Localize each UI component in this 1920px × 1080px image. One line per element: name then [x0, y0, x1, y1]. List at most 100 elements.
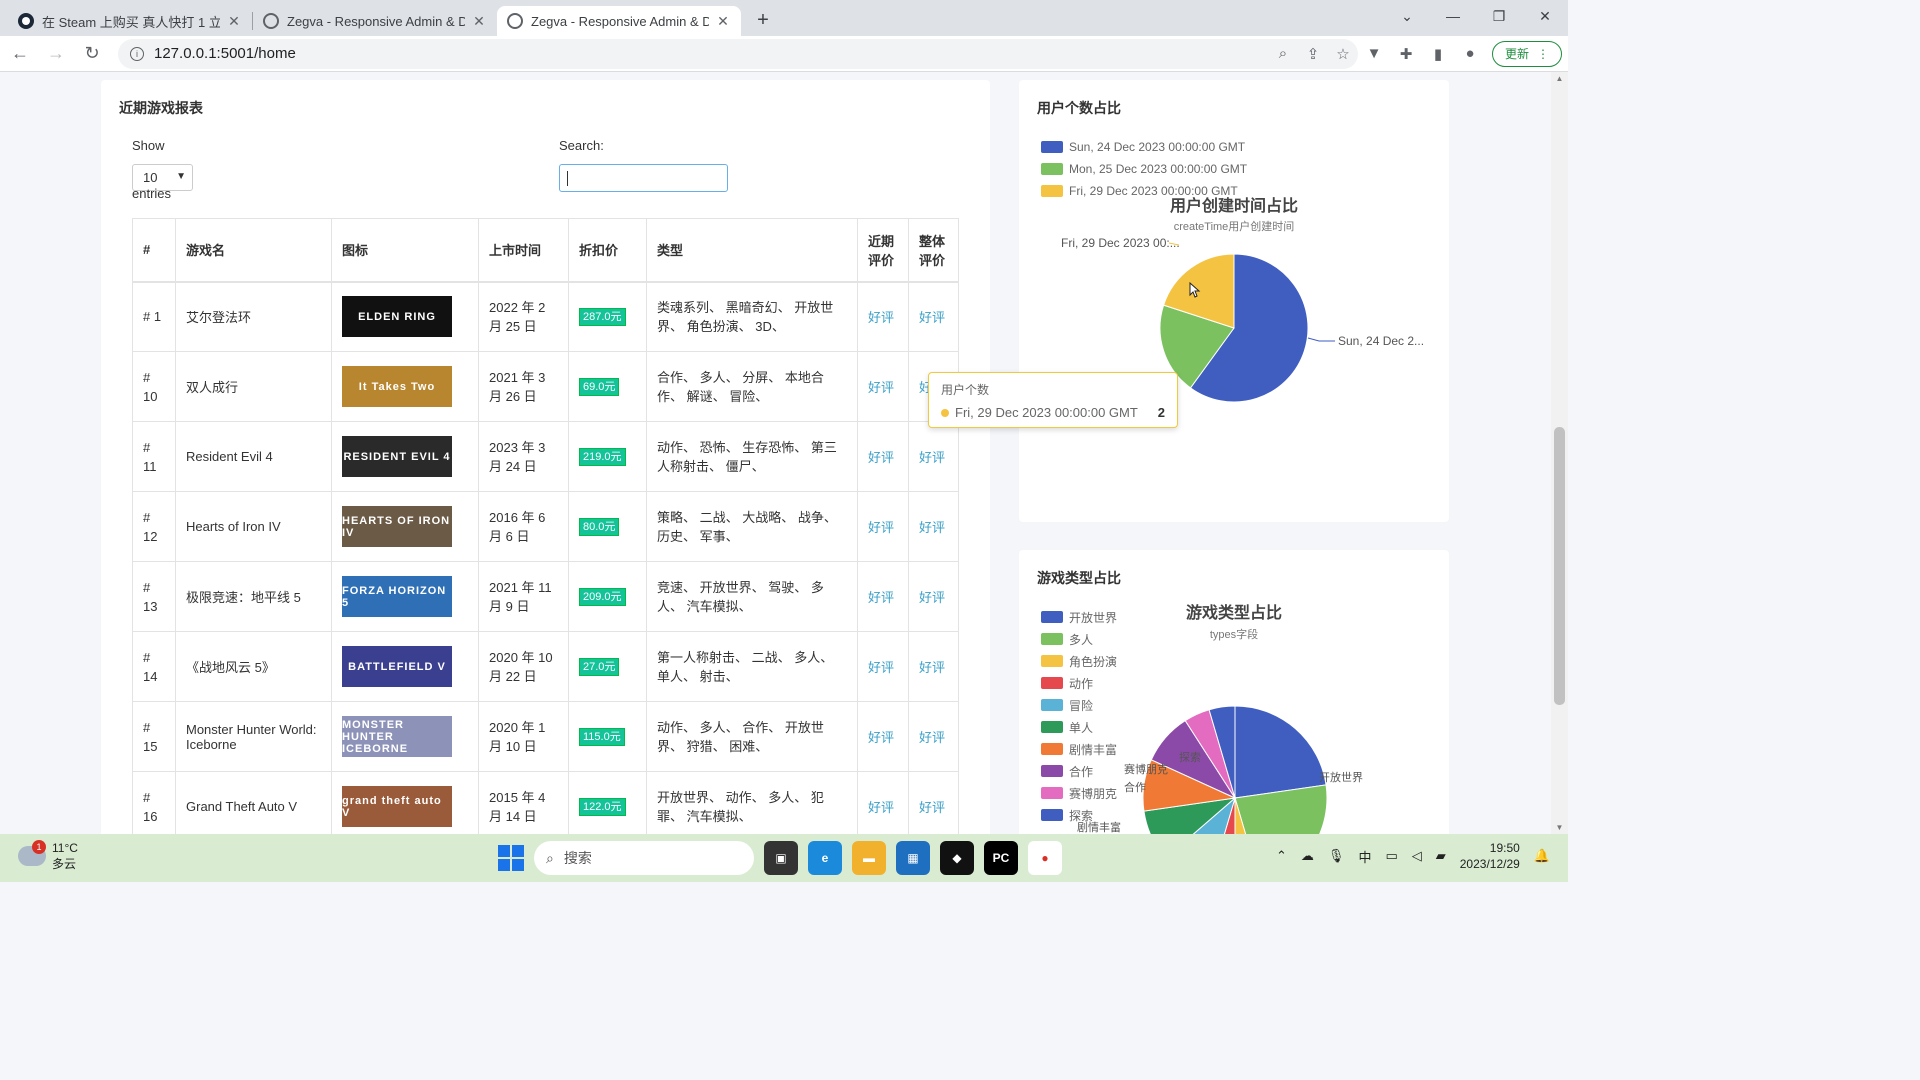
address-bar[interactable]: i 127.0.0.1:5001/home ⌕ ⇪ ☆ [118, 38, 1358, 69]
overall-review[interactable]: 好评 [908, 421, 959, 492]
game-cover-cell: FORZA HORIZON 5 [331, 561, 479, 632]
update-button[interactable]: 更新 ⋮ [1492, 40, 1563, 67]
chevron-up-icon[interactable]: ⌃ [1276, 848, 1287, 864]
col-header-name[interactable]: 游戏名 [175, 218, 332, 283]
edge-icon[interactable]: e [808, 841, 842, 875]
recent-review-link[interactable]: 好评 [868, 800, 894, 815]
puzzle-icon[interactable]: ✚ [1390, 45, 1422, 63]
overall-review-link[interactable]: 好评 [919, 590, 945, 605]
recent-review[interactable]: 好评 [857, 561, 909, 632]
recent-review-link[interactable]: 好评 [868, 520, 894, 535]
pie-slice[interactable] [1234, 705, 1327, 799]
close-icon[interactable]: ✕ [226, 13, 242, 30]
recent-review-link[interactable]: 好评 [868, 450, 894, 465]
browser-tab-1[interactable]: 在 Steam 上购买 真人快打 1 立即 ✕ [8, 6, 252, 36]
recent-review[interactable]: 好评 [857, 351, 909, 422]
recent-review-link[interactable]: 好评 [868, 590, 894, 605]
overall-review[interactable]: 好评 [908, 771, 959, 834]
col-header-types[interactable]: 类型 [646, 218, 858, 283]
col-header-date[interactable]: 上市时间 [478, 218, 569, 283]
search-input[interactable] [559, 164, 728, 192]
scrollbar-thumb[interactable] [1554, 427, 1565, 705]
cloud-icon: 1 [18, 840, 46, 866]
recent-review-link[interactable]: 好评 [868, 310, 894, 325]
clock[interactable]: 19:50 2023/12/29 [1460, 840, 1520, 872]
chevron-down-icon: ▼ [176, 171, 186, 182]
battery-icon[interactable]: ▰ [1436, 848, 1446, 864]
recent-review[interactable]: 好评 [857, 631, 909, 702]
microphone-icon[interactable]: 🎙 [1328, 848, 1345, 864]
recent-review[interactable]: 好评 [857, 701, 909, 772]
extension-v-icon[interactable]: ▼ [1358, 45, 1390, 62]
col-header-overall[interactable]: 整体评价 [908, 218, 959, 283]
ime-indicator[interactable]: 中 [1358, 847, 1371, 866]
recent-review-link[interactable]: 好评 [868, 660, 894, 675]
network-icon[interactable]: ▭ [1385, 848, 1397, 864]
profile-icon[interactable]: ● [1454, 45, 1486, 62]
scroll-down-icon[interactable]: ▼ [1551, 823, 1568, 832]
forward-icon[interactable]: → [40, 38, 72, 70]
recent-review[interactable]: 好评 [857, 491, 909, 562]
task-view-icon[interactable]: ▣ [764, 841, 798, 875]
notification-bell-icon[interactable]: 🔔 [1534, 848, 1550, 864]
windows-start-icon[interactable] [498, 845, 524, 871]
scroll-up-icon[interactable]: ▲ [1551, 74, 1568, 83]
overall-review-link[interactable]: 好评 [919, 800, 945, 815]
browser-tabbar: 在 Steam 上购买 真人快打 1 立即 ✕ Zegva - Responsi… [0, 0, 1568, 36]
close-icon[interactable]: ✕ [715, 13, 731, 30]
browser-tab-2[interactable]: Zegva - Responsive Admin & D ✕ [253, 6, 497, 36]
col-header-recent[interactable]: 近期评价 [857, 218, 909, 283]
col-header-price[interactable]: 折扣价 [568, 218, 647, 283]
star-icon[interactable]: ☆ [1328, 45, 1358, 63]
weather-widget[interactable]: 1 11°C 多云 [18, 840, 78, 872]
browser-tab-3[interactable]: Zegva - Responsive Admin & D ✕ [497, 6, 741, 36]
type-pie-chart: 游戏类型占比 types字段 探索赛博朋克合作剧情丰富单人开放世界多人 [1077, 603, 1363, 834]
volume-icon[interactable]: ◁ [1412, 848, 1422, 864]
info-icon[interactable]: i [130, 46, 144, 61]
row-number: # 12 [132, 491, 176, 562]
overall-review[interactable]: 好评 [908, 701, 959, 772]
search-icon: ⌕ [546, 849, 554, 866]
restore-icon[interactable]: ❐ [1476, 0, 1522, 32]
chart-subtitle: createTime用户创建时间 [1174, 219, 1295, 233]
overall-review[interactable]: 好评 [908, 491, 959, 562]
col-header-num[interactable]: # [132, 218, 176, 283]
close-window-icon[interactable]: ✕ [1522, 0, 1568, 32]
recent-review[interactable]: 好评 [857, 421, 909, 492]
new-tab-button[interactable]: + [749, 6, 777, 34]
game-type-card: 游戏类型占比 开放世界 多人 角色扮演 动作 冒险 单人 剧情丰富 合作 赛博朋克 探索 游戏类型… [1019, 550, 1449, 834]
share-icon[interactable]: ⇪ [1298, 45, 1328, 63]
epic-games-icon[interactable]: ◆ [940, 841, 974, 875]
overall-review-link[interactable]: 好评 [919, 730, 945, 745]
overall-review-link[interactable]: 好评 [919, 660, 945, 675]
table-row: # 10 双人成行 It Takes Two 2021 年 3 月 26 日 69.0元… [132, 351, 959, 422]
chrome-icon[interactable]: ● [1028, 841, 1062, 875]
taskbar-search[interactable]: ⌕ 搜索 [534, 841, 754, 875]
chevron-down-icon[interactable]: ⌄ [1384, 0, 1430, 32]
col-header-icon[interactable]: 图标 [331, 218, 479, 283]
zoom-icon[interactable]: ⌕ [1268, 45, 1298, 62]
overall-review-link[interactable]: 好评 [919, 450, 945, 465]
overall-review-link[interactable]: 好评 [919, 310, 945, 325]
recent-review-link[interactable]: 好评 [868, 730, 894, 745]
onedrive-icon[interactable]: ☁ [1301, 848, 1314, 864]
minimize-icon[interactable]: — [1430, 0, 1476, 32]
file-explorer-icon[interactable]: ▬ [852, 841, 886, 875]
recent-review-link[interactable]: 好评 [868, 380, 894, 395]
page-viewport: 近期游戏报表 Show 10 ▼ entries Search: # 游戏名 图… [0, 72, 1568, 834]
back-icon[interactable]: ← [4, 38, 36, 70]
overall-review[interactable]: 好评 [908, 281, 959, 352]
overall-review[interactable]: 好评 [908, 631, 959, 702]
price-cell: 69.0元 [568, 351, 647, 422]
overall-review[interactable]: 好评 [908, 561, 959, 632]
recent-review[interactable]: 好评 [857, 281, 909, 352]
pycharm-icon[interactable]: PC [984, 841, 1018, 875]
sidepanel-icon[interactable]: ▮ [1422, 45, 1454, 63]
page-scrollbar[interactable]: ▲ ▼ [1551, 72, 1568, 834]
recent-review[interactable]: 好评 [857, 771, 909, 834]
reload-icon[interactable]: ↻ [76, 38, 108, 70]
store-icon[interactable]: ▦ [896, 841, 930, 875]
close-icon[interactable]: ✕ [471, 13, 487, 30]
overall-review-link[interactable]: 好评 [919, 520, 945, 535]
url-text[interactable]: 127.0.0.1:5001/home [154, 45, 1268, 62]
